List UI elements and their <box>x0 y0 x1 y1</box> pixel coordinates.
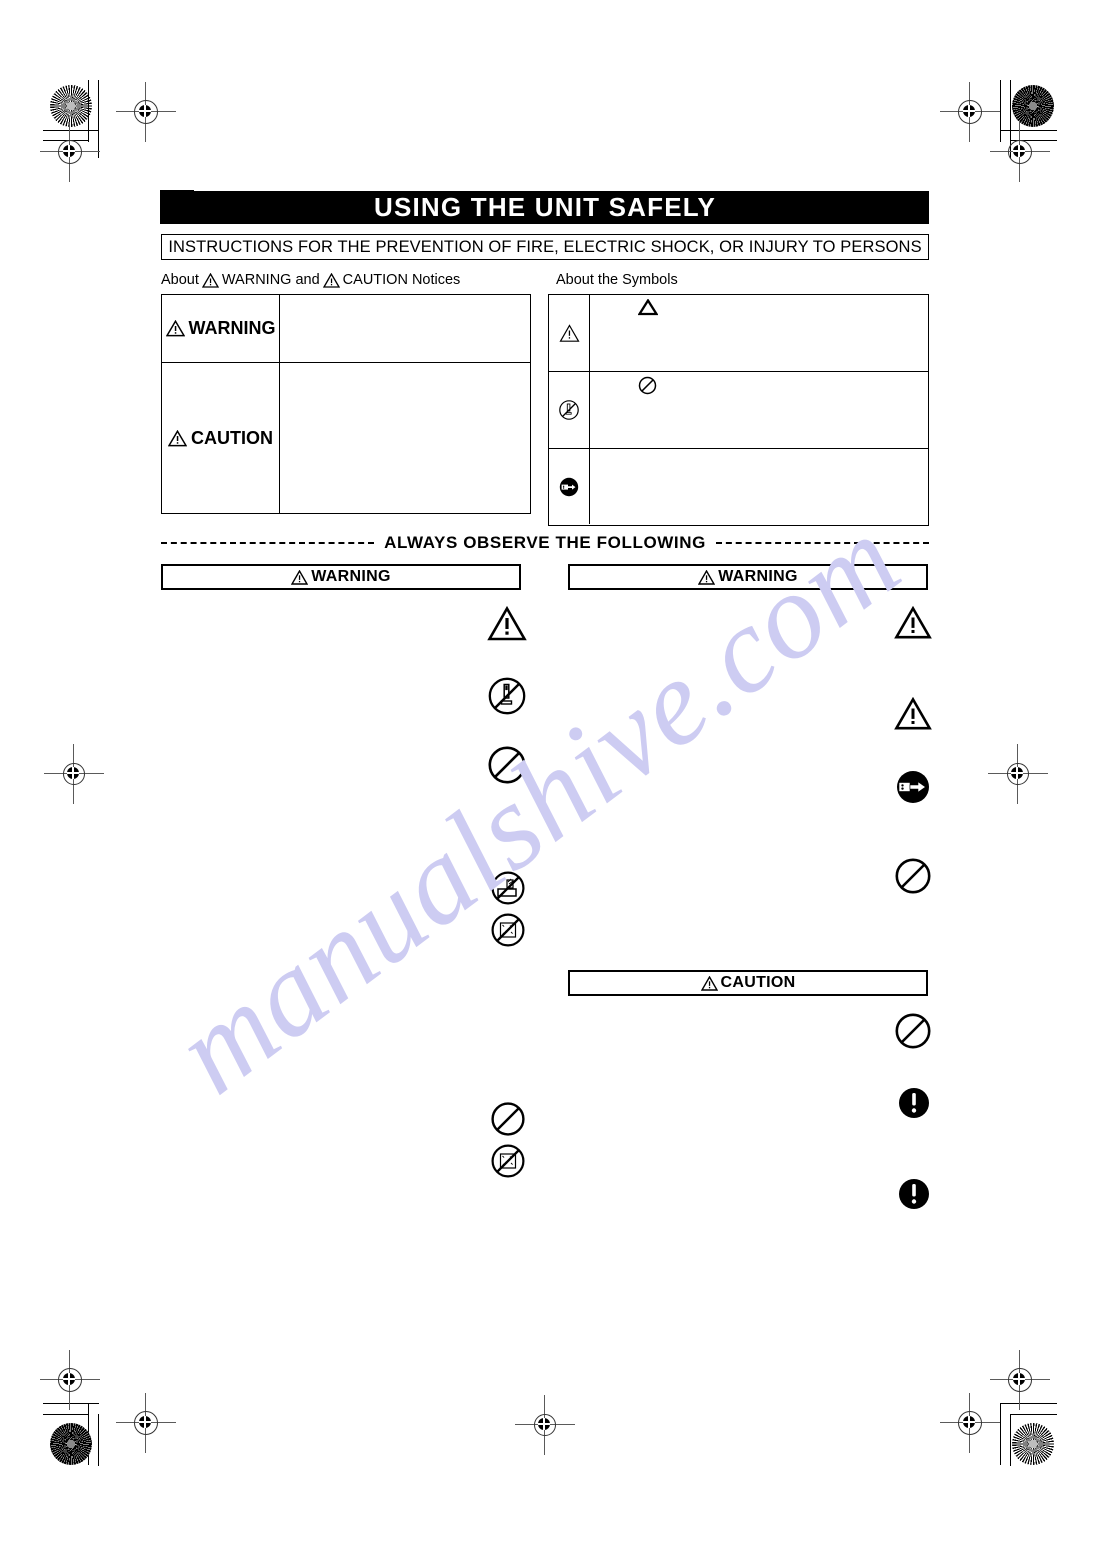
crop-mark <box>43 1414 89 1415</box>
left-warning-label: WARNING <box>311 568 391 585</box>
triangle-outline-icon <box>638 299 658 316</box>
symbol-unplug-description <box>590 449 928 524</box>
warning-description-cell <box>280 295 530 362</box>
right-caution-label: CAUTION <box>720 974 796 991</box>
warning-triangle-icon <box>168 429 187 447</box>
prohibition-circle-icon <box>490 1101 526 1137</box>
dashed-rule-left <box>161 542 375 544</box>
warning-triangle-icon <box>201 272 219 288</box>
prohibition-circle-icon <box>894 857 932 895</box>
notices-heading-after: CAUTION Notices <box>342 272 461 288</box>
page-subtitle: INSTRUCTIONS FOR THE PREVENTION OF FIRE,… <box>161 234 929 260</box>
notices-heading-before: About <box>161 272 199 288</box>
registration-crosshair <box>40 1350 100 1410</box>
starburst-target-bottom-left <box>50 1423 92 1465</box>
caution-key-label: CAUTION <box>191 427 273 448</box>
attention-filled-icon <box>897 1086 931 1120</box>
observe-label: ALWAYS OBSERVE THE FOLLOWING <box>384 533 706 552</box>
crop-mark <box>1010 1414 1057 1415</box>
attention-filled-icon <box>897 1177 931 1211</box>
notices-heading: About WARNING and CAUTION Notices <box>161 272 460 288</box>
no-unstable-surface-icon <box>490 870 526 906</box>
registration-crosshair <box>988 744 1048 804</box>
no-disassembly-icon <box>558 399 580 421</box>
starburst-target-bottom-right <box>1012 1423 1054 1465</box>
warning-key-label: WARNING <box>188 318 276 338</box>
observe-band: ALWAYS OBSERVE THE FOLLOWING <box>161 533 930 553</box>
right-warning-bar: WARNING <box>568 564 928 590</box>
registration-crosshair <box>990 122 1050 182</box>
symbols-heading: About the Symbols <box>556 272 678 288</box>
no-heavy-objects-icon <box>490 1143 526 1179</box>
right-caution-bar: CAUTION <box>568 970 928 996</box>
registration-crosshair <box>40 122 100 182</box>
symbol-warning-description <box>590 295 928 371</box>
registration-crosshair <box>116 82 176 142</box>
table-row <box>549 449 928 524</box>
left-warning-bar: WARNING <box>161 564 521 590</box>
crop-mark <box>98 1414 99 1466</box>
table-row: CAUTION <box>162 363 530 513</box>
symbol-prohibition-description <box>590 372 928 448</box>
caution-description-cell <box>280 363 530 513</box>
warning-key-cell: WARNING <box>162 295 280 362</box>
page-canvas: manualshive.com USING THE UNIT SAFELY IN… <box>0 0 1094 1548</box>
dashed-rule-right <box>715 542 930 544</box>
notices-table: WARNING CAUTION <box>161 294 531 514</box>
unplug-icon <box>558 476 580 498</box>
notices-heading-middle: WARNING and <box>221 272 320 288</box>
registration-crosshair <box>940 1393 1000 1453</box>
table-row <box>549 295 928 372</box>
prohibition-circle-icon <box>638 376 657 395</box>
registration-crosshair <box>116 1393 176 1453</box>
crop-mark <box>1000 1403 1001 1465</box>
page-title: USING THE UNIT SAFELY <box>161 191 929 224</box>
symbols-table <box>548 294 929 526</box>
right-warning-label: WARNING <box>718 568 798 585</box>
prohibition-circle-icon <box>487 745 527 785</box>
symbol-prohibition-cell <box>549 372 590 448</box>
warning-triangle-icon <box>894 697 932 731</box>
crop-mark <box>1010 1414 1011 1466</box>
no-disassembly-icon <box>487 676 527 716</box>
starburst-target-top-left <box>50 85 92 127</box>
warning-triangle-icon <box>698 569 716 585</box>
symbol-warning-cell <box>549 295 590 371</box>
warning-triangle-icon <box>894 606 932 640</box>
table-row: WARNING <box>162 295 530 363</box>
warning-triangle-icon <box>165 320 185 337</box>
symbol-unplug-cell <box>549 449 590 524</box>
warning-triangle-icon <box>700 975 718 991</box>
registration-crosshair <box>44 744 104 804</box>
starburst-target-top-right <box>1012 85 1054 127</box>
warning-triangle-icon <box>291 569 309 585</box>
prohibition-circle-icon <box>894 1012 932 1050</box>
warning-triangle-icon <box>487 606 527 642</box>
caution-key-cell: CAUTION <box>162 363 280 513</box>
warning-triangle-icon <box>322 272 340 288</box>
no-heavy-objects-icon <box>490 912 526 948</box>
table-row <box>549 372 928 449</box>
registration-crosshair <box>515 1395 575 1455</box>
warning-triangle-icon <box>558 323 580 343</box>
unplug-icon <box>894 768 932 806</box>
